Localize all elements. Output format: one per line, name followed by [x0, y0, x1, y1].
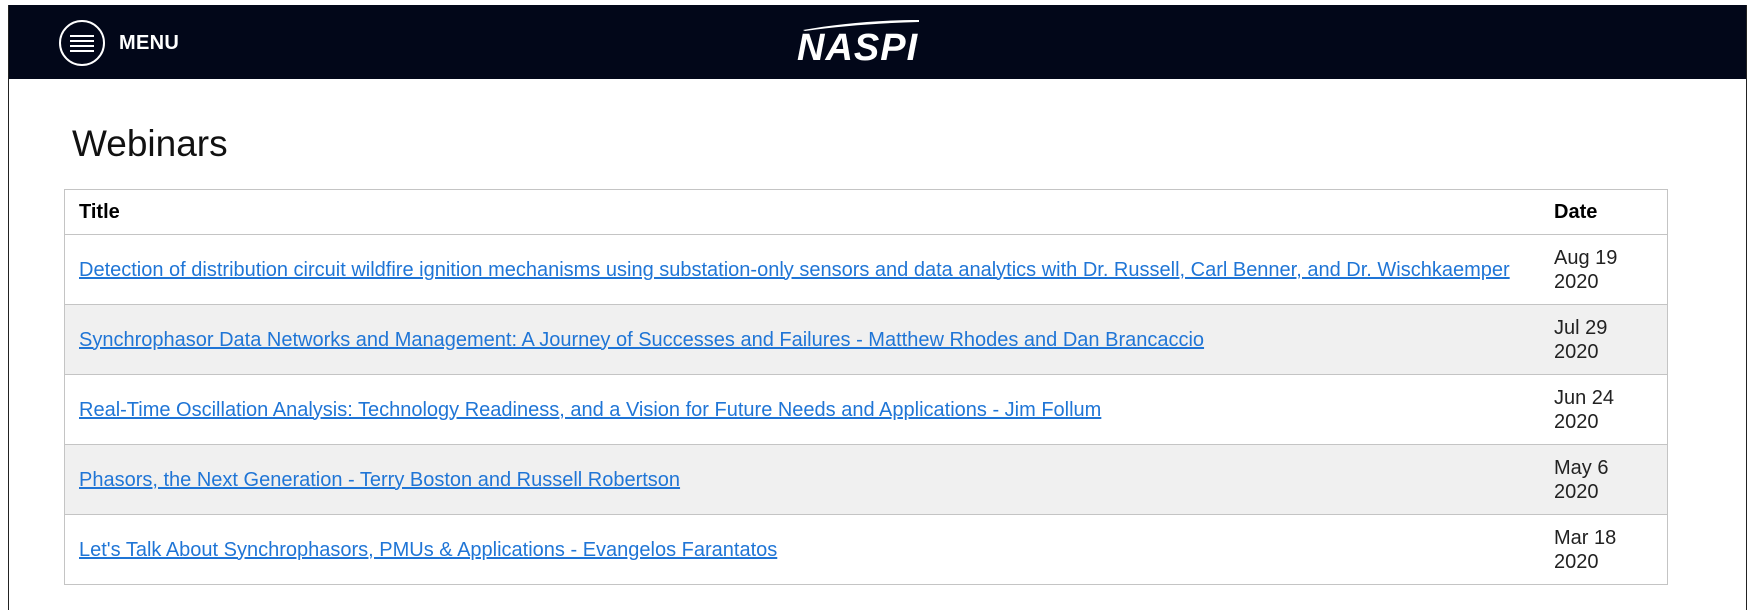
table-row: Detection of distribution circuit wildfi…	[64, 234, 1668, 305]
hamburger-icon[interactable]	[59, 20, 105, 66]
title-cell: Real-Time Oscillation Analysis: Technolo…	[64, 374, 1540, 445]
webinars-table: Title Date Detection of distribution cir…	[64, 189, 1668, 585]
date-month-day: Mar 18	[1554, 526, 1617, 549]
menu-label[interactable]: MENU	[119, 32, 179, 55]
title-cell: Synchrophasor Data Networks and Manageme…	[64, 304, 1540, 375]
title-cell: Let's Talk About Synchrophasors, PMUs & …	[64, 514, 1540, 585]
date-month-day: May 6	[1554, 456, 1609, 479]
date-month-day: Jul 29	[1554, 316, 1608, 339]
date-cell: Aug 19 2020	[1540, 234, 1668, 305]
date-year: 2020	[1554, 410, 1599, 433]
webinar-link[interactable]: Let's Talk About Synchrophasors, PMUs & …	[79, 539, 777, 561]
webinar-link[interactable]: Detection of distribution circuit wildfi…	[79, 259, 1510, 281]
column-header-title: Title	[64, 189, 1540, 235]
table-row: Synchrophasor Data Networks and Manageme…	[64, 304, 1668, 375]
date-cell: May 6 2020	[1540, 444, 1668, 515]
top-navigation-bar: MENU NASPI	[9, 5, 1746, 79]
menu-button[interactable]: MENU	[59, 20, 179, 66]
column-header-date: Date	[1540, 189, 1668, 235]
logo-text: NASPI	[797, 27, 919, 69]
title-cell: Phasors, the Next Generation - Terry Bos…	[64, 444, 1540, 515]
webinar-link[interactable]: Synchrophasor Data Networks and Manageme…	[79, 329, 1204, 351]
date-cell: Mar 18 2020	[1540, 514, 1668, 585]
webinar-link[interactable]: Real-Time Oscillation Analysis: Technolo…	[79, 399, 1101, 421]
table-header-row: Title Date	[64, 189, 1668, 235]
title-cell: Detection of distribution circuit wildfi…	[64, 234, 1540, 305]
date-month-day: Aug 19	[1554, 246, 1618, 269]
date-year: 2020	[1554, 480, 1599, 503]
table-row: Phasors, the Next Generation - Terry Bos…	[64, 444, 1668, 515]
date-year: 2020	[1554, 550, 1599, 573]
date-cell: Jun 24 2020	[1540, 374, 1668, 445]
date-month-day: Jun 24	[1554, 386, 1615, 409]
table-row: Let's Talk About Synchrophasors, PMUs & …	[64, 514, 1668, 585]
naspi-logo[interactable]: NASPI	[797, 18, 937, 70]
webinar-link[interactable]: Phasors, the Next Generation - Terry Bos…	[79, 469, 680, 491]
table-row: Real-Time Oscillation Analysis: Technolo…	[64, 374, 1668, 445]
date-year: 2020	[1554, 340, 1599, 363]
page-title: Webinars	[72, 123, 228, 164]
date-year: 2020	[1554, 270, 1599, 293]
date-cell: Jul 29 2020	[1540, 304, 1668, 375]
